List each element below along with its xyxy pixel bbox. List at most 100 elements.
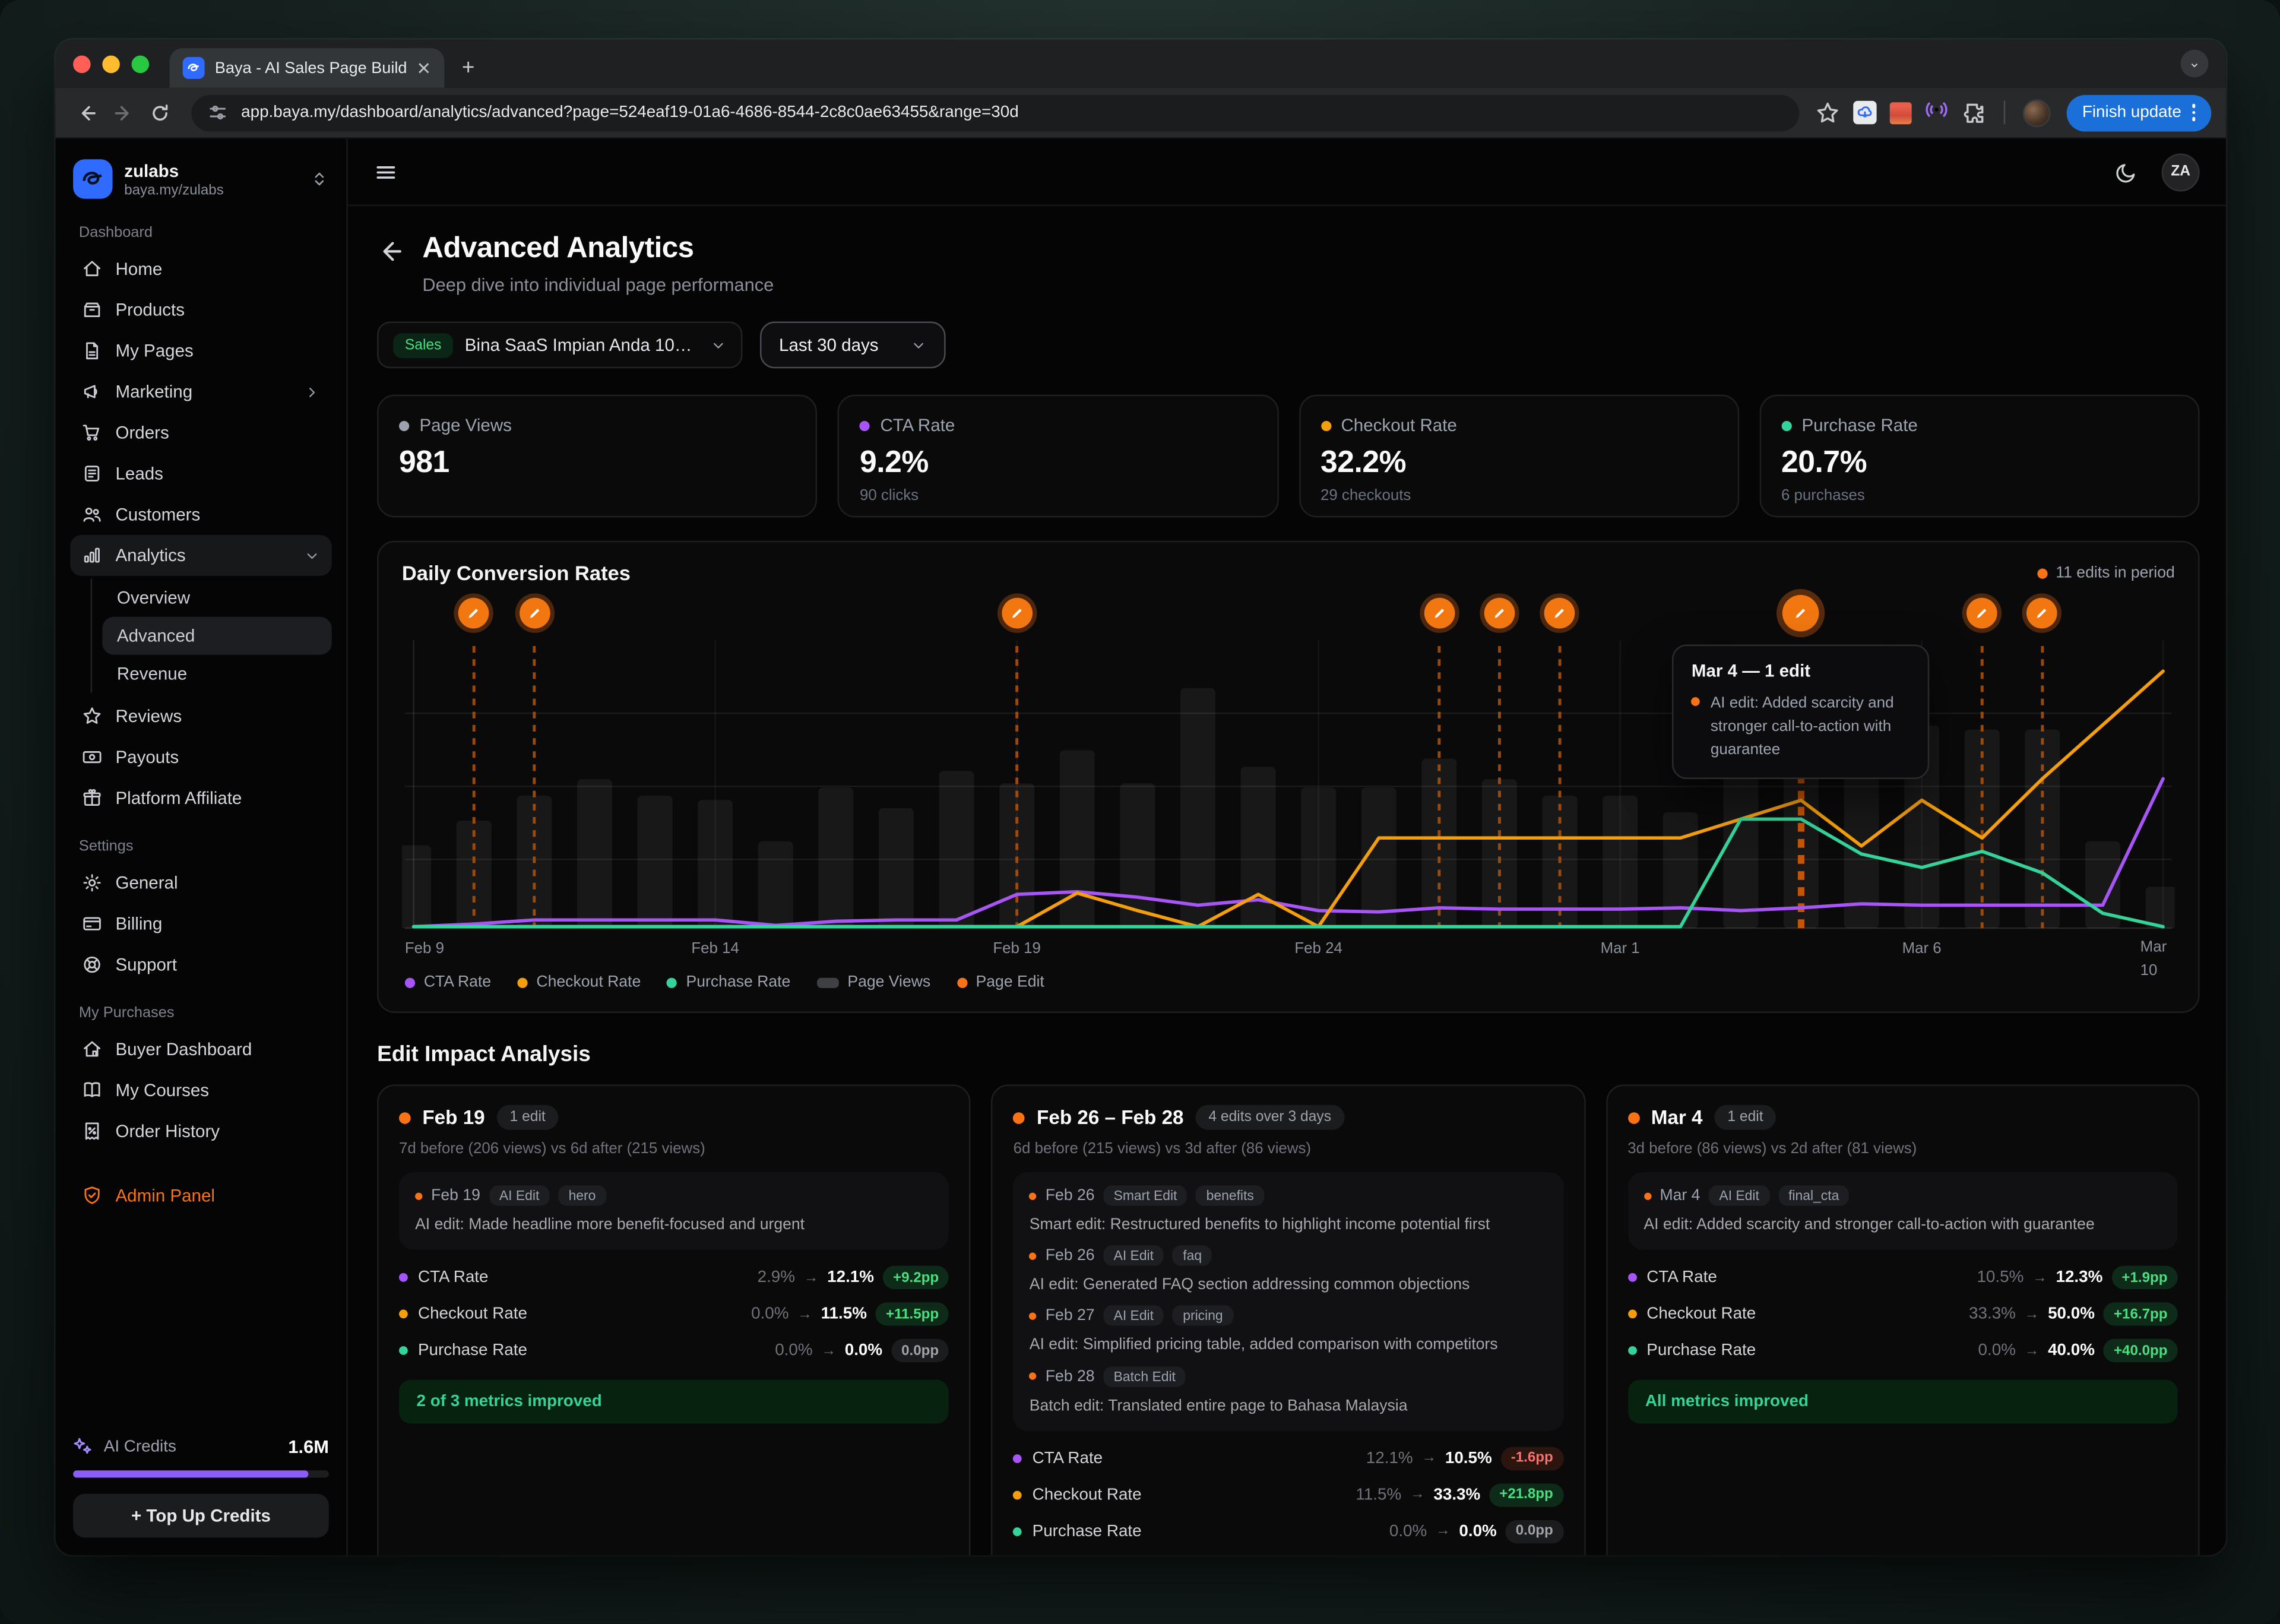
finish-update-button[interactable]: Finish update — [2066, 94, 2212, 131]
sidebar-item-billing[interactable]: Billing — [70, 903, 332, 944]
page-edit-pencil-marker-feb-27[interactable] — [1484, 598, 1515, 629]
hamburger-menu-icon[interactable] — [374, 160, 397, 183]
edit-tag-smart-edit: Smart Edit — [1103, 1185, 1187, 1205]
page-edit-pencil-marker-mar-4[interactable] — [1783, 595, 1820, 632]
bookmark-star-icon[interactable] — [1814, 100, 1839, 125]
page-views-bar — [818, 787, 853, 928]
edit-markers-row — [402, 593, 2175, 637]
legend-dot-icon — [517, 977, 527, 987]
metric-label: Checkout Rate — [1341, 415, 1456, 435]
cart-icon — [82, 422, 102, 442]
sidebar-item-label: Admin Panel — [115, 1185, 215, 1205]
megaphone-icon — [82, 381, 102, 401]
page-edit-pencil-marker-feb-19[interactable] — [1002, 598, 1033, 629]
impact-verdict-banner: All metrics improved — [1627, 1380, 2177, 1424]
dark-mode-toggle-icon[interactable] — [2115, 160, 2138, 183]
page-subtitle: Deep dive into individual page performan… — [422, 275, 774, 295]
metric-before-value: 33.3% — [1969, 1306, 2016, 1324]
date-range-dropdown[interactable]: Last 30 days — [760, 322, 946, 369]
reload-icon[interactable] — [143, 96, 175, 128]
impact-metric-row-checkout-rate: Checkout Rate0.0%→11.5%+11.5pp — [399, 1303, 949, 1326]
browser-profile-avatar[interactable] — [2022, 99, 2050, 126]
metric-sub: 29 checkouts — [1320, 487, 1717, 505]
page-edit-pencil-marker-feb-28[interactable] — [1544, 598, 1575, 629]
forward-icon[interactable] — [107, 96, 139, 128]
page-edit-pencil-marker-mar-8[interactable] — [2027, 598, 2058, 629]
edit-dot-icon — [1030, 1192, 1037, 1199]
top-up-credits-button[interactable]: + Top Up Credits — [73, 1494, 329, 1538]
sidebar-item-payouts[interactable]: Payouts — [70, 737, 332, 778]
metric-delta-badge: +40.0pp — [2104, 1339, 2178, 1362]
page-edit-pencil-marker-feb-10[interactable] — [458, 598, 489, 629]
browser-tab[interactable]: Baya - AI Sales Page Builder ✕ — [170, 48, 445, 87]
sidebar-item-order-history[interactable]: Order History — [70, 1111, 332, 1152]
metric-label: Checkout Rate — [418, 1306, 527, 1324]
extension-pixel-icon[interactable] — [1889, 102, 1911, 124]
metric-after-value: 40.0% — [2048, 1342, 2095, 1360]
site-settings-icon[interactable] — [208, 102, 228, 122]
sidebar-item-my-pages[interactable]: My Pages — [70, 330, 332, 371]
extension-cloud-icon[interactable] — [1852, 101, 1876, 124]
edit-tooltip: Mar 4 — 1 edit AI edit: Added scarcity a… — [1673, 645, 1930, 779]
page-views-bar — [402, 846, 431, 928]
sparkles-icon — [73, 1437, 93, 1457]
page-edit-pencil-marker-feb-11[interactable] — [519, 598, 550, 629]
sidebar-item-general[interactable]: General — [70, 862, 332, 903]
sidebar-subitem-advanced[interactable]: Advanced — [102, 617, 331, 655]
sidebar-item-customers[interactable]: Customers — [70, 494, 332, 535]
metric-card-cta-rate: CTA Rate9.2%90 clicks — [838, 395, 1278, 518]
edit-date: Feb 27 — [1046, 1308, 1095, 1325]
sidebar-item-my-courses[interactable]: My Courses — [70, 1070, 332, 1111]
page-edit-pencil-marker-mar-7[interactable] — [1966, 598, 1997, 629]
x-tick-label: Mar 6 — [1902, 940, 1942, 958]
minimize-window-button[interactable] — [102, 55, 120, 72]
metric-after-value: 33.3% — [1433, 1486, 1480, 1504]
page-type-badge: Sales — [393, 333, 453, 357]
page-views-bar — [1663, 812, 1698, 928]
sidebar-item-support[interactable]: Support — [70, 944, 332, 985]
impact-metric-row-purchase-rate: Purchase Rate0.0%→0.0%0.0pp — [399, 1339, 949, 1362]
tab-close-icon[interactable]: ✕ — [416, 58, 431, 78]
impact-metric-row-checkout-rate: Checkout Rate33.3%→50.0%+16.7pp — [1627, 1303, 2177, 1326]
edit-dot-icon — [1627, 1112, 1639, 1123]
close-window-button[interactable] — [73, 55, 91, 72]
tab-search-chevron-icon[interactable]: ⌄ — [2181, 50, 2209, 78]
extensions-puzzle-icon[interactable] — [1961, 100, 1986, 125]
impact-metric-row-checkout-rate: Checkout Rate11.5%→33.3%+21.8pp — [1014, 1483, 1563, 1506]
sidebar-item-products[interactable]: Products — [70, 289, 332, 330]
page-edit-pencil-marker-feb-26[interactable] — [1424, 598, 1455, 629]
metric-label: Checkout Rate — [1033, 1486, 1142, 1504]
impact-metric-row-purchase-rate: Purchase Rate0.0%→40.0%+40.0pp — [1627, 1339, 2177, 1362]
browser-menu-icon[interactable] — [2192, 104, 2195, 121]
new-tab-button[interactable]: + — [462, 56, 475, 81]
sidebar-item-platform-affiliate[interactable]: Platform Affiliate — [70, 778, 332, 819]
edit-description: AI edit: Added scarcity and stronger cal… — [1644, 1213, 2094, 1237]
back-arrow-icon[interactable] — [377, 238, 403, 264]
sidebar-item-buyer-dashboard[interactable]: Buyer Dashboard — [70, 1029, 332, 1070]
sidebar-item-orders[interactable]: Orders — [70, 412, 332, 453]
sidebar-subitem-revenue[interactable]: Revenue — [102, 655, 331, 693]
user-avatar[interactable]: ZA — [2162, 153, 2200, 191]
sidebar-item-reviews[interactable]: Reviews — [70, 696, 332, 737]
sidebar-submenu: OverviewAdvancedRevenue — [91, 579, 332, 693]
sidebar-item-marketing[interactable]: Marketing — [70, 371, 332, 412]
workspace-switcher[interactable]: zulabs baya.my/zulabs — [70, 153, 332, 204]
edit-dot-icon — [1644, 1192, 1651, 1199]
sidebar-item-home[interactable]: Home — [70, 248, 332, 289]
extension-signal-icon[interactable] — [1924, 97, 1948, 128]
edit-dot-icon — [399, 1112, 411, 1123]
url-input[interactable]: app.baya.my/dashboard/analytics/advanced… — [191, 94, 1798, 131]
sidebar-item-leads[interactable]: Leads — [70, 453, 332, 494]
sidebar-subitem-overview[interactable]: Overview — [102, 579, 331, 617]
legend-dot-icon — [667, 977, 677, 987]
sidebar-item-admin-panel[interactable]: Admin Panel — [70, 1175, 332, 1216]
impact-card-feb-19: Feb 191 edit7d before (206 views) vs 6d … — [377, 1084, 971, 1555]
metric-before-value: 0.0% — [775, 1342, 812, 1360]
metric-label: CTA Rate — [418, 1269, 489, 1287]
back-icon[interactable] — [70, 96, 102, 128]
sidebar-item-analytics[interactable]: Analytics — [70, 535, 332, 576]
metric-dot-icon — [1320, 420, 1331, 430]
maximize-window-button[interactable] — [132, 55, 150, 72]
impact-metrics: CTA Rate12.1%→10.5%-1.6ppCheckout Rate11… — [1014, 1446, 1563, 1543]
page-selector-dropdown[interactable]: Sales Bina SaaS Impian Anda 100% D — [377, 322, 742, 369]
